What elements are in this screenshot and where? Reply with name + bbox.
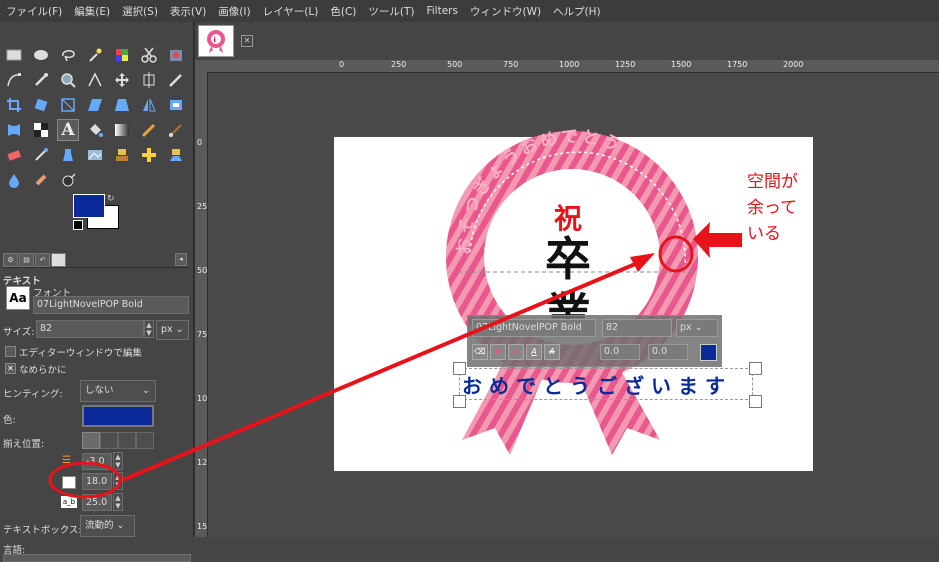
annotation-circle-gap [658, 235, 694, 273]
annotation-arrow-line [122, 260, 641, 482]
annotation-line: 空間が [747, 172, 798, 192]
annotation-text: 空間が 余って いる [747, 169, 798, 247]
annotation-line: 余って [747, 198, 798, 218]
language-input[interactable] [3, 554, 191, 562]
annotation-ellipse-letter-spacing [48, 461, 122, 499]
annotation-pointer-arrow [693, 222, 742, 258]
annotation-arrowhead [630, 253, 655, 272]
annotation-layer [48, 222, 742, 499]
annotation-line: いる [747, 224, 781, 244]
foreground-color-swatch[interactable] [73, 194, 105, 218]
